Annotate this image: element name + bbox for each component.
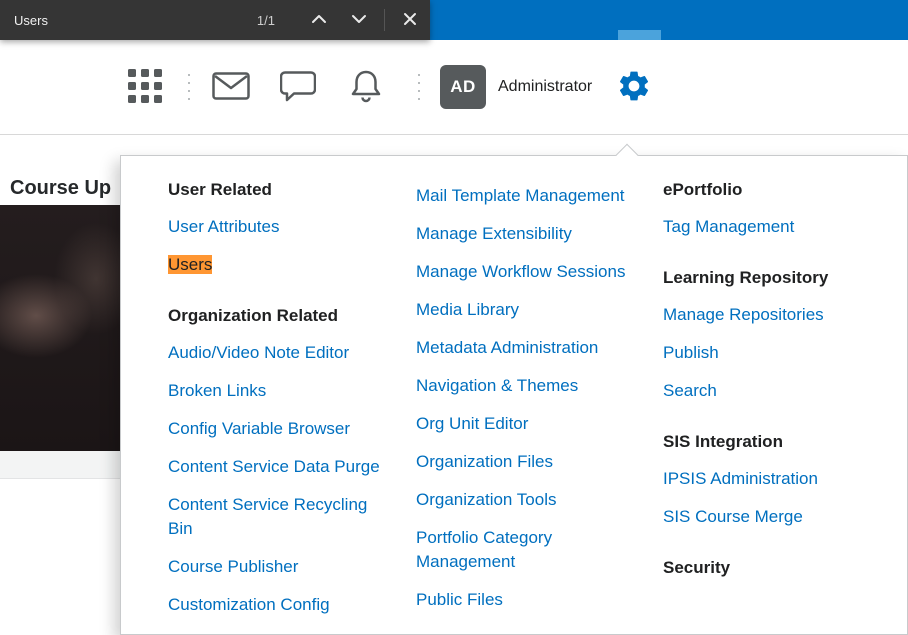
admin-menu-column-3: ePortfolio Tag Management Learning Repos…	[663, 178, 907, 631]
menu-heading-security: Security	[663, 556, 887, 580]
find-match-count: 1/1	[257, 13, 275, 28]
chevron-down-icon	[350, 13, 368, 28]
find-previous-button[interactable]	[299, 0, 339, 40]
dotted-separator	[188, 74, 190, 100]
envelope-icon	[212, 71, 250, 104]
menu-link-sis-course-merge[interactable]: SIS Course Merge	[663, 505, 887, 529]
menu-link-tag-management[interactable]: Tag Management	[663, 215, 887, 239]
menu-link-users[interactable]: Users	[168, 253, 396, 277]
menu-link-manage-extensibility[interactable]: Manage Extensibility	[416, 222, 643, 246]
navbar-active-tab	[618, 30, 661, 40]
close-icon	[402, 11, 418, 30]
menu-link-search[interactable]: Search	[663, 379, 887, 403]
messages-button[interactable]	[212, 71, 250, 104]
menu-link-public-files[interactable]: Public Files	[416, 588, 643, 612]
menu-link-config-variable-browser[interactable]: Config Variable Browser	[168, 417, 396, 441]
gear-icon	[616, 68, 652, 107]
course-card-image[interactable]	[0, 205, 120, 451]
find-next-button[interactable]	[339, 0, 379, 40]
minibar-header: AD Administrator	[0, 40, 908, 135]
notifications-button[interactable]	[350, 69, 382, 106]
menu-link-mail-template-management[interactable]: Mail Template Management	[416, 184, 643, 208]
chat-bubble-icon	[280, 70, 316, 105]
menu-heading-eportfolio: ePortfolio	[663, 178, 887, 202]
menu-link-content-service-data-purge[interactable]: Content Service Data Purge	[168, 455, 396, 479]
waffle-grid-icon	[128, 69, 162, 106]
menu-link-manage-repositories[interactable]: Manage Repositories	[663, 303, 887, 327]
waffle-menu-button[interactable]	[128, 69, 162, 106]
menu-link-media-library[interactable]: Media Library	[416, 298, 643, 322]
menu-link-ipsis-administration[interactable]: IPSIS Administration	[663, 467, 887, 491]
user-name-label: Administrator	[498, 78, 592, 96]
dotted-separator	[418, 74, 420, 100]
menu-link-portfolio-category-management[interactable]: Portfolio Category Management	[416, 526, 643, 574]
menu-link-manage-workflow-sessions[interactable]: Manage Workflow Sessions	[416, 260, 643, 284]
find-match-highlight: Users	[168, 255, 212, 274]
admin-menu-column-1: User Related User Attributes Users Organ…	[168, 178, 416, 631]
findbar-separator	[384, 9, 385, 31]
page-title: Course Up	[10, 177, 111, 200]
menu-link-audio-video-note-editor[interactable]: Audio/Video Note Editor	[168, 341, 396, 365]
menu-heading-organization-related: Organization Related	[168, 304, 396, 328]
menu-link-organization-files[interactable]: Organization Files	[416, 450, 643, 474]
admin-tools-dropdown: User Related User Attributes Users Organ…	[120, 155, 908, 635]
menu-link-user-attributes[interactable]: User Attributes	[168, 215, 396, 239]
admin-tools-gear-button[interactable]	[616, 68, 652, 107]
bell-icon	[350, 69, 382, 106]
menu-link-broken-links[interactable]: Broken Links	[168, 379, 396, 403]
menu-link-organization-tools[interactable]: Organization Tools	[416, 488, 643, 512]
avatar[interactable]: AD	[440, 65, 486, 109]
menu-link-content-service-recycling-bin[interactable]: Content Service Recycling Bin	[168, 493, 396, 541]
find-query-text[interactable]: Users	[14, 13, 48, 28]
menu-heading-sis-integration: SIS Integration	[663, 430, 887, 454]
menu-link-org-unit-editor[interactable]: Org Unit Editor	[416, 412, 643, 436]
menu-link-publish[interactable]: Publish	[663, 341, 887, 365]
menu-link-customization-config[interactable]: Customization Config	[168, 593, 396, 617]
menu-link-metadata-administration[interactable]: Metadata Administration	[416, 336, 643, 360]
chat-button[interactable]	[280, 70, 316, 105]
menu-heading-learning-repository: Learning Repository	[663, 266, 887, 290]
course-card-footer	[0, 451, 120, 479]
menu-link-course-publisher[interactable]: Course Publisher	[168, 555, 396, 579]
find-close-button[interactable]	[390, 0, 430, 40]
menu-link-navigation-themes[interactable]: Navigation & Themes	[416, 374, 643, 398]
admin-menu-column-2: Mail Template Management Manage Extensib…	[416, 178, 663, 631]
menu-heading-user-related: User Related	[168, 178, 396, 202]
chevron-up-icon	[310, 13, 328, 28]
find-in-page-bar: Users 1/1	[0, 0, 430, 40]
